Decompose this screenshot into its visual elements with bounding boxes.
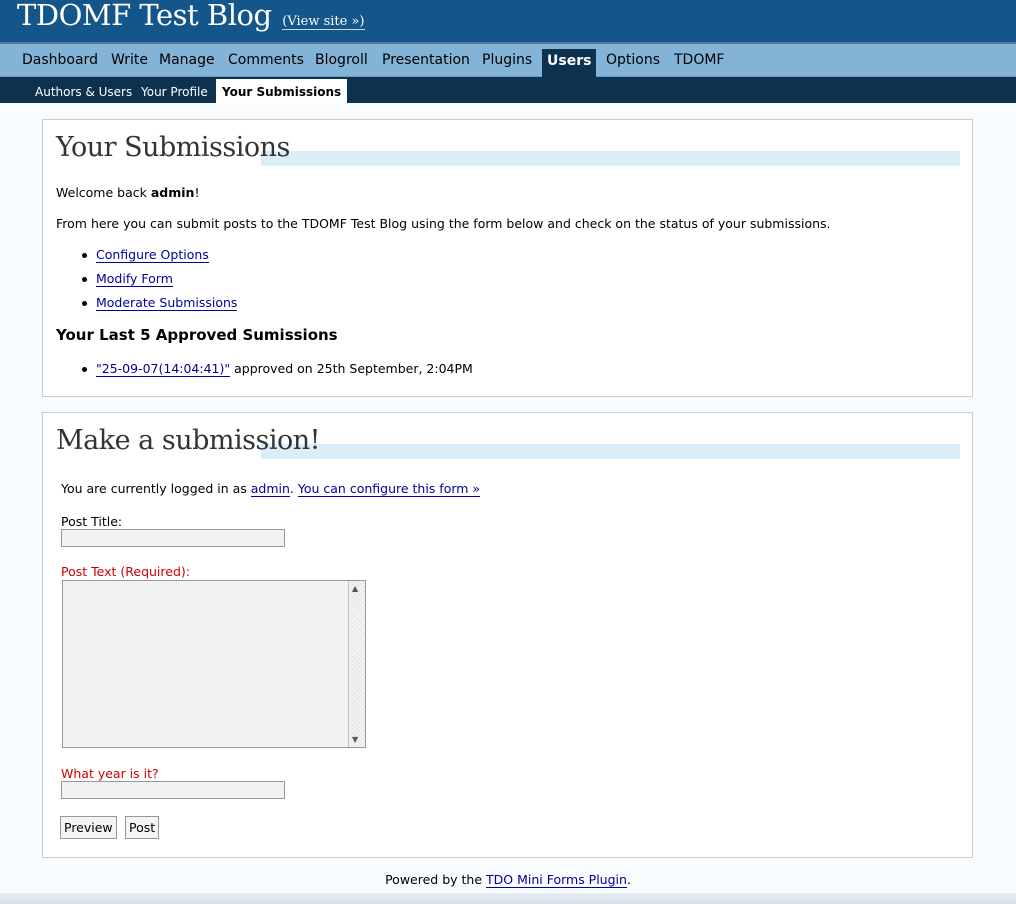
post-text-textarea[interactable]: ▲ ▼ bbox=[62, 580, 366, 748]
bullet bbox=[82, 301, 87, 306]
menu-item-plugins[interactable]: Plugins bbox=[478, 49, 536, 75]
bullet bbox=[82, 253, 87, 258]
footer-prefix: Powered by the bbox=[385, 872, 486, 887]
your-submissions-panel: Your Submissions Welcome back admin! Fro… bbox=[42, 119, 973, 397]
welcome-text: Welcome back admin! bbox=[56, 185, 199, 200]
your-submissions-heading: Your Submissions bbox=[56, 132, 290, 163]
tdo-mini-forms-link[interactable]: TDO Mini Forms Plugin bbox=[486, 872, 627, 888]
welcome-prefix: Welcome back bbox=[56, 185, 151, 200]
modify-form-link[interactable]: Modify Form bbox=[96, 271, 173, 287]
post-title-label: Post Title: bbox=[61, 514, 123, 529]
blog-title: TDOMF Test Blog (View site ») bbox=[17, 0, 365, 32]
post-title-input[interactable] bbox=[61, 529, 285, 547]
heading-underline bbox=[261, 444, 960, 459]
menu-item-write[interactable]: Write bbox=[107, 49, 152, 75]
submenu-item-your-profile[interactable]: Your Profile bbox=[135, 81, 214, 103]
configure-form-link[interactable]: You can configure this form » bbox=[297, 481, 481, 497]
bullet bbox=[82, 277, 87, 282]
scroll-up-icon[interactable]: ▲ bbox=[352, 584, 358, 593]
logged-in-separator: . bbox=[289, 481, 298, 496]
logged-in-text: You are currently logged in as admin. Yo… bbox=[61, 481, 481, 497]
year-input[interactable] bbox=[61, 781, 285, 799]
moderate-submissions-link[interactable]: Moderate Submissions bbox=[96, 295, 238, 311]
heading-underline bbox=[261, 151, 960, 166]
make-submission-heading: Make a submission! bbox=[56, 425, 320, 456]
approved-status: approved on 25th September, 2:04PM bbox=[230, 361, 473, 376]
bullet bbox=[82, 367, 87, 372]
intro-text: From here you can submit posts to the TD… bbox=[56, 216, 831, 231]
blog-header: TDOMF Test Blog (View site ») bbox=[0, 0, 1016, 42]
approved-post-link[interactable]: "25-09-07(14:04:41)" bbox=[96, 361, 231, 377]
blog-title-text: TDOMF Test Blog bbox=[17, 0, 272, 32]
menu-item-presentation[interactable]: Presentation bbox=[378, 49, 474, 75]
configure-options-link[interactable]: Configure Options bbox=[96, 247, 209, 263]
sub-menu: Authors & Users Your Profile Your Submis… bbox=[0, 77, 1016, 103]
approved-item: "25-09-07(14:04:41)" approved on 25th Se… bbox=[96, 361, 473, 377]
post-text-scrollbar[interactable]: ▲ ▼ bbox=[348, 581, 365, 747]
post-button[interactable]: Post bbox=[125, 816, 160, 839]
view-site-link[interactable]: (View site ») bbox=[282, 14, 365, 30]
menu-item-manage[interactable]: Manage bbox=[155, 49, 219, 75]
scroll-down-icon[interactable]: ▼ bbox=[352, 735, 358, 744]
menu-item-options[interactable]: Options bbox=[602, 49, 664, 75]
menu-item-dashboard[interactable]: Dashboard bbox=[18, 49, 102, 75]
submenu-item-authors-users[interactable]: Authors & Users bbox=[29, 81, 138, 103]
footer-suffix: . bbox=[626, 872, 631, 887]
menu-item-comments[interactable]: Comments bbox=[224, 49, 308, 75]
logged-in-username-link[interactable]: admin bbox=[250, 481, 290, 497]
submenu-item-your-submissions[interactable]: Your Submissions bbox=[216, 79, 348, 103]
admin-menu: Dashboard Write Manage Comments Blogroll… bbox=[0, 44, 1016, 77]
welcome-username: admin bbox=[150, 185, 195, 200]
footer: Powered by the TDO Mini Forms Plugin. bbox=[0, 872, 1016, 888]
bottom-strip bbox=[0, 893, 1016, 904]
welcome-suffix: ! bbox=[194, 185, 200, 200]
preview-button[interactable]: Preview bbox=[60, 816, 117, 839]
menu-item-users[interactable]: Users bbox=[542, 49, 597, 77]
post-text-label: Post Text (Required): bbox=[61, 564, 190, 579]
make-submission-panel: Make a submission! You are currently log… bbox=[42, 412, 973, 858]
approved-heading: Your Last 5 Approved Sumissions bbox=[56, 326, 338, 344]
logged-in-prefix: You are currently logged in as bbox=[61, 481, 251, 496]
year-label: What year is it? bbox=[61, 766, 159, 781]
menu-item-tdomf[interactable]: TDOMF bbox=[670, 49, 728, 75]
menu-item-blogroll[interactable]: Blogroll bbox=[311, 49, 372, 75]
